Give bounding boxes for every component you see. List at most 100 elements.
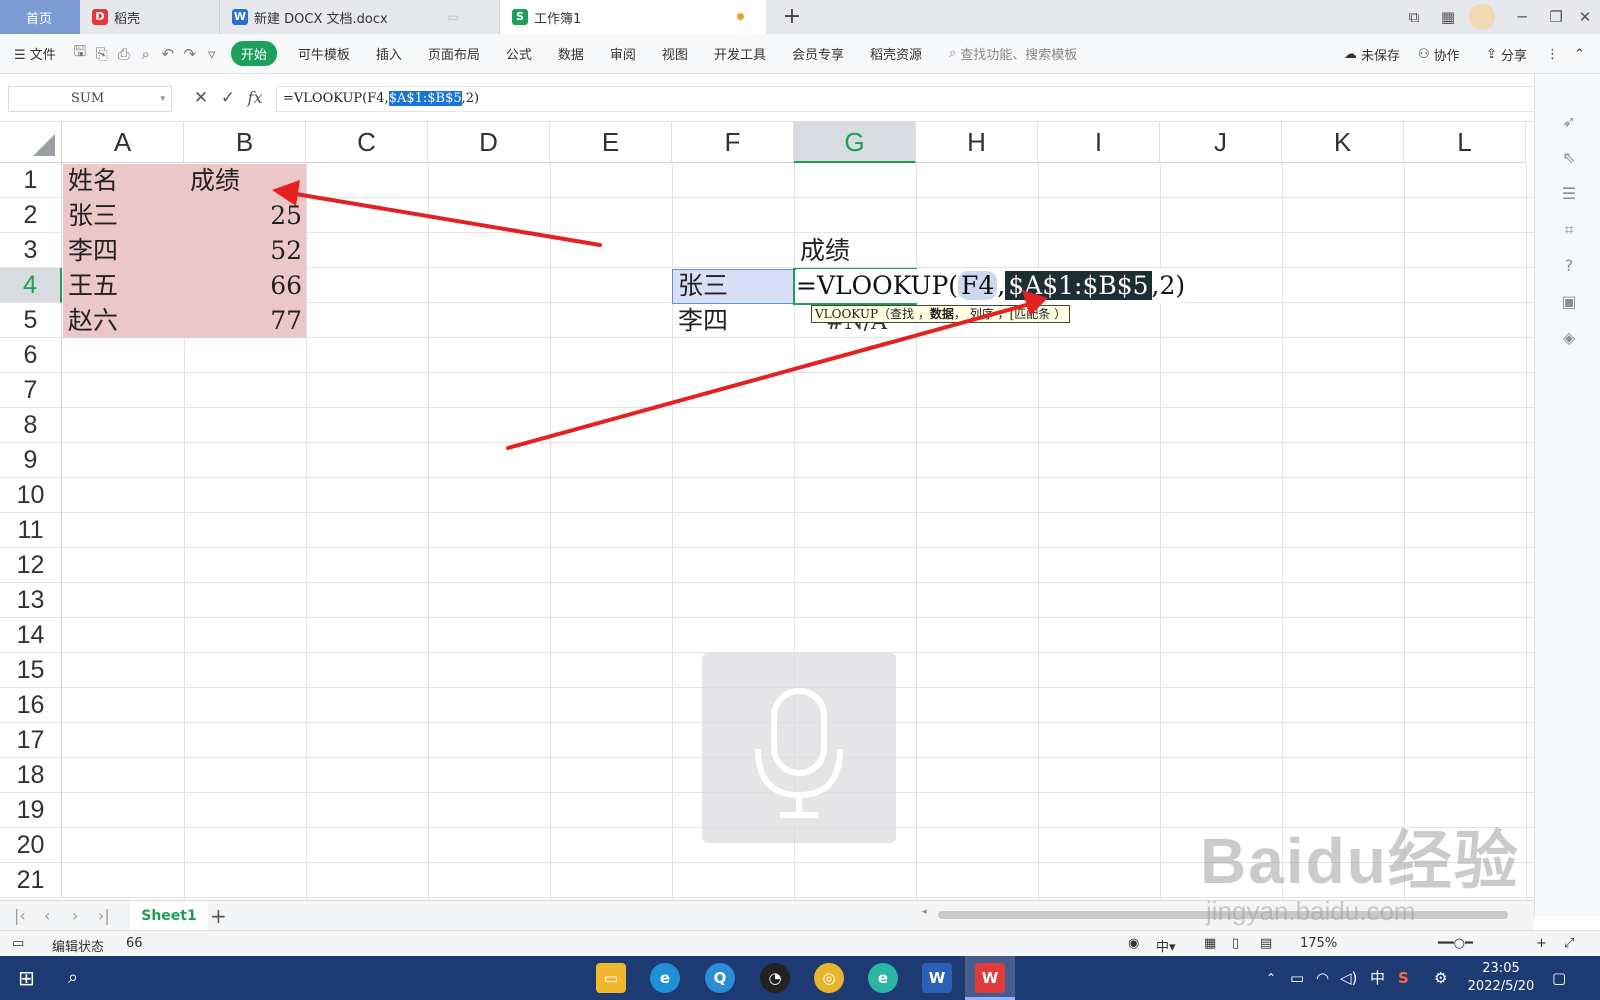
- column-header-c[interactable]: C: [306, 122, 428, 163]
- row-header-19[interactable]: 19: [0, 793, 62, 828]
- tab-review[interactable]: 审阅: [597, 44, 649, 63]
- insert-function-icon[interactable]: fx: [244, 88, 266, 107]
- edge-icon[interactable]: e: [868, 963, 898, 993]
- row-header-13[interactable]: 13: [0, 583, 62, 618]
- cell-a5[interactable]: 赵六: [64, 304, 122, 338]
- formula-input[interactable]: =VLOOKUP(F4,$A$1:$B$5,2): [276, 86, 1550, 112]
- row-header-21[interactable]: 21: [0, 863, 62, 898]
- column-header-f[interactable]: F: [672, 122, 794, 163]
- row-header-10[interactable]: 10: [0, 478, 62, 513]
- battery-icon[interactable]: ▭: [1290, 956, 1304, 1000]
- unsaved-button[interactable]: ☁ 未保存: [1344, 34, 1400, 74]
- minimize-icon[interactable]: ─: [1505, 0, 1539, 34]
- add-sheet-button[interactable]: +: [210, 904, 227, 928]
- tab-templates[interactable]: 可牛模板: [285, 44, 363, 63]
- tab-start[interactable]: 开始: [230, 41, 277, 66]
- word-icon[interactable]: W: [922, 963, 952, 993]
- macro-icon[interactable]: ▭: [12, 936, 24, 951]
- ime-indicator[interactable]: 中: [1370, 956, 1385, 1000]
- volume-icon[interactable]: ◁): [1340, 956, 1357, 1000]
- collab-button[interactable]: ⚇ 协作: [1418, 34, 1460, 74]
- cell-b3[interactable]: 52: [186, 234, 306, 268]
- row-header-1[interactable]: 1: [0, 163, 62, 198]
- share-button[interactable]: ⇪ 分享: [1486, 34, 1527, 74]
- page-view-icon[interactable]: ▯: [1232, 936, 1239, 951]
- cell-b1[interactable]: 成绩: [186, 164, 244, 198]
- row-header-7[interactable]: 7: [0, 373, 62, 408]
- tray-expand-icon[interactable]: ⌃: [1266, 956, 1276, 1000]
- zoom-in-icon[interactable]: +: [1536, 936, 1547, 951]
- print-preview-icon[interactable]: ⌕: [135, 45, 157, 63]
- row-header-18[interactable]: 18: [0, 758, 62, 793]
- cell-a3[interactable]: 李四: [64, 234, 122, 268]
- avatar[interactable]: [1465, 0, 1499, 34]
- cancel-formula-icon[interactable]: ✕: [190, 88, 212, 108]
- apps-grid-icon[interactable]: ▦: [1431, 0, 1465, 34]
- tab-home[interactable]: 首页: [0, 0, 80, 34]
- row-header-4[interactable]: 4: [0, 268, 62, 303]
- column-header-i[interactable]: I: [1038, 122, 1160, 163]
- layout-icon[interactable]: ⧉: [1397, 0, 1431, 34]
- tab-data[interactable]: 数据: [545, 44, 597, 63]
- cell-g3[interactable]: 成绩: [796, 234, 854, 268]
- tab-daoke-resources[interactable]: 稻壳资源: [857, 44, 935, 63]
- column-header-l[interactable]: L: [1404, 122, 1526, 163]
- file-menu[interactable]: ☰ 文件: [0, 44, 69, 63]
- row-header-16[interactable]: 16: [0, 688, 62, 723]
- settings-gear-icon[interactable]: ⚙: [1434, 956, 1447, 1000]
- row-header-9[interactable]: 9: [0, 443, 62, 478]
- help-icon[interactable]: ?: [1559, 256, 1579, 276]
- tab-member[interactable]: 会员专享: [779, 44, 857, 63]
- cell-a4[interactable]: 王五: [64, 269, 122, 303]
- row-header-15[interactable]: 15: [0, 653, 62, 688]
- horizontal-scroll-thumb[interactable]: [938, 911, 1508, 919]
- qq-icon[interactable]: ◔: [760, 963, 790, 993]
- cell-b4[interactable]: 66: [186, 269, 306, 303]
- row-header-14[interactable]: 14: [0, 618, 62, 653]
- fullscreen-icon[interactable]: ⤢: [1564, 936, 1574, 951]
- ai-icon[interactable]: ◈: [1559, 328, 1579, 348]
- page-break-view-icon[interactable]: ▤: [1260, 936, 1272, 951]
- collapse-ribbon-icon[interactable]: ⌃: [1574, 34, 1585, 74]
- row-header-6[interactable]: 6: [0, 338, 62, 373]
- row-header-5[interactable]: 5: [0, 303, 62, 338]
- column-header-h[interactable]: H: [916, 122, 1038, 163]
- tab-developer[interactable]: 开发工具: [701, 44, 779, 63]
- row-header-11[interactable]: 11: [0, 513, 62, 548]
- row-header-12[interactable]: 12: [0, 548, 62, 583]
- search-icon[interactable]: ⌕: [68, 956, 78, 1000]
- row-header-17[interactable]: 17: [0, 723, 62, 758]
- cell-b2[interactable]: 25: [186, 199, 306, 233]
- tab-view[interactable]: 视图: [649, 44, 701, 63]
- row-header-8[interactable]: 8: [0, 408, 62, 443]
- eye-protection-icon[interactable]: ◉: [1128, 936, 1139, 951]
- image-icon[interactable]: ▣: [1559, 292, 1579, 312]
- undo-icon[interactable]: ↶: [157, 45, 179, 63]
- cell-a2[interactable]: 张三: [64, 199, 122, 233]
- windows-start-icon[interactable]: ⊞: [18, 956, 35, 1000]
- close-icon[interactable]: ✕: [1568, 0, 1600, 34]
- rocket-icon[interactable]: ➶: [1559, 112, 1579, 132]
- chevron-down-icon[interactable]: ▾: [160, 87, 165, 111]
- tab-workbook[interactable]: S 工作簿1: [500, 0, 766, 34]
- sheet-tab-sheet1[interactable]: Sheet1: [130, 901, 208, 931]
- column-header-j[interactable]: J: [1160, 122, 1282, 163]
- taskbar-clock[interactable]: 23:05 2022/5/20: [1466, 960, 1536, 996]
- column-header-d[interactable]: D: [428, 122, 550, 163]
- language-icon[interactable]: 中▾: [1156, 936, 1176, 955]
- next-sheet-icon[interactable]: ›: [72, 906, 78, 925]
- cell-f4[interactable]: 张三: [674, 269, 732, 303]
- file-explorer-icon[interactable]: ▭: [596, 963, 626, 993]
- zoom-slider[interactable]: ━━○━: [1438, 936, 1473, 951]
- cursor-icon[interactable]: ⇖: [1559, 148, 1579, 168]
- notification-icon[interactable]: ▢: [1552, 956, 1566, 1000]
- print-icon[interactable]: ⎙: [113, 45, 135, 63]
- sogou-icon[interactable]: S: [1398, 956, 1409, 1000]
- tab-page-layout[interactable]: 页面布局: [415, 44, 493, 63]
- row-header-3[interactable]: 3: [0, 233, 62, 268]
- select-all-corner[interactable]: [0, 122, 62, 163]
- export-icon[interactable]: ⎘: [91, 45, 113, 63]
- confirm-formula-icon[interactable]: ✓: [217, 88, 239, 108]
- more-dropdown-icon[interactable]: ▿: [201, 45, 223, 63]
- search-box[interactable]: ⌕ 查找功能、搜索模板: [935, 44, 1077, 63]
